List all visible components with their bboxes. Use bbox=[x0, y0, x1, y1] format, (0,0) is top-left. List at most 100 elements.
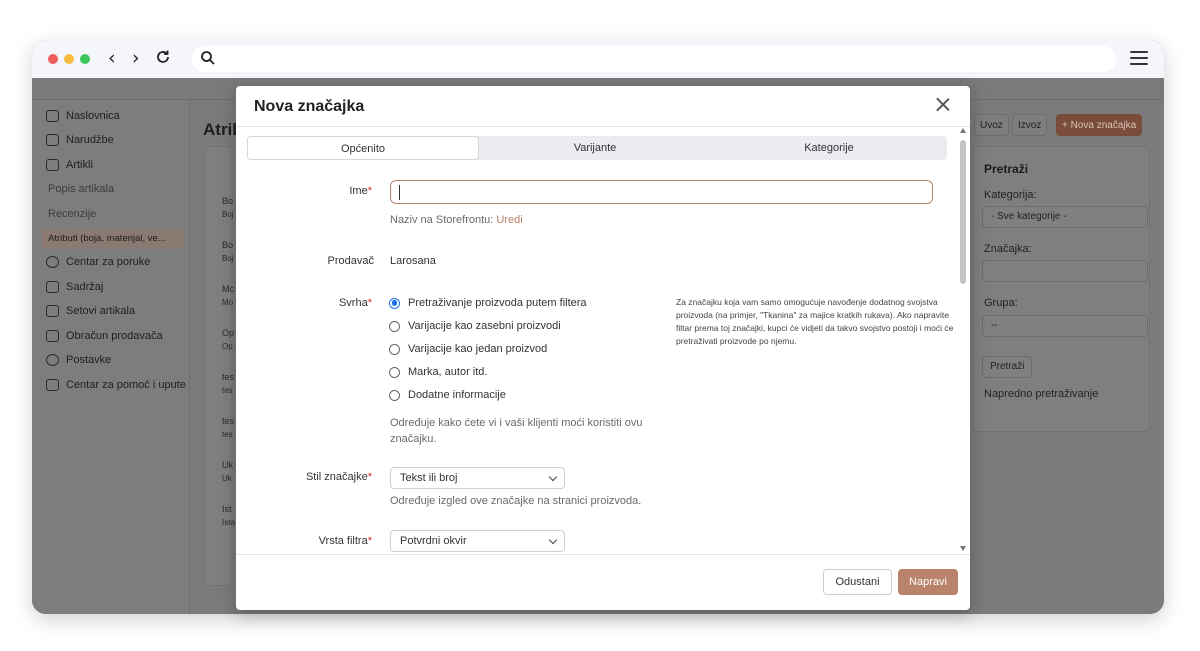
sidebar-item-content[interactable]: Sadržaj bbox=[46, 281, 103, 293]
forward-icon[interactable]: › bbox=[132, 48, 140, 68]
wallet-icon bbox=[46, 330, 59, 342]
edit-storefront-name-link[interactable]: Uredi bbox=[496, 214, 522, 226]
dialog-tabs: Općenito Varijante Kategorije bbox=[247, 136, 947, 160]
feature-style-help: Određuje izgled ove značajke na stranici… bbox=[390, 495, 642, 507]
address-bar[interactable] bbox=[192, 46, 1116, 72]
advanced-search-link[interactable]: Napredno pretraživanje bbox=[984, 388, 1098, 400]
scroll-down-arrow-icon[interactable] bbox=[960, 546, 966, 551]
sidebar-item-vendor-payouts[interactable]: Obračun prodavača bbox=[46, 330, 163, 342]
feature-style-value: Tekst ili broj bbox=[400, 472, 458, 484]
maximize-window-dot[interactable] bbox=[80, 54, 90, 64]
name-label-text: Ime bbox=[349, 185, 368, 197]
purpose-help: Određuje kako ćete vi i vaši klijenti mo… bbox=[390, 417, 643, 445]
minimize-window-dot[interactable] bbox=[64, 54, 74, 64]
sidebar-item-reviews[interactable]: Recenzije bbox=[48, 208, 96, 220]
table-row-sublabel: tes bbox=[222, 430, 233, 439]
tab-variants[interactable]: Varijante bbox=[479, 136, 711, 160]
feature-label: Značajka: bbox=[984, 243, 1032, 255]
cancel-button[interactable]: Odustani bbox=[823, 569, 892, 595]
close-icon[interactable] bbox=[932, 94, 954, 116]
sidebar-item-settings[interactable]: Postavke bbox=[46, 354, 111, 366]
create-button[interactable]: Napravi bbox=[898, 569, 958, 595]
chat-icon bbox=[46, 256, 59, 268]
name-label: Ime* bbox=[252, 185, 372, 197]
purpose-option-brand[interactable]: Marka, autor itd. bbox=[389, 366, 487, 378]
export-button[interactable]: Izvoz bbox=[1012, 114, 1048, 136]
chevron-down-icon bbox=[548, 535, 558, 545]
monitor-icon bbox=[46, 281, 59, 293]
sidebar-item-label: Sadržaj bbox=[66, 281, 104, 293]
sidebar-item-help-center[interactable]: Centar za pomoć i upute bbox=[46, 379, 186, 391]
radio-label: Varijacije kao zasebni proizvodi bbox=[408, 320, 561, 332]
sidebar-item-label: Obračun prodavača bbox=[66, 330, 163, 342]
table-row-sublabel: Boj bbox=[222, 254, 234, 263]
sidebar-item-message-center[interactable]: Centar za poruke bbox=[46, 256, 150, 268]
feature-style-select[interactable]: Tekst ili broj bbox=[390, 467, 565, 489]
radio[interactable] bbox=[389, 366, 400, 378]
sidebar-item-product-list[interactable]: Popis artikala bbox=[48, 183, 114, 195]
sidebar-item-label: Atributi (boja, materijal, ve... bbox=[48, 233, 166, 244]
purpose-option-separate-variants[interactable]: Varijacije kao zasebni proizvodi bbox=[389, 320, 561, 332]
new-feature-dialog: Nova značajka Općenito Varijante Kategor… bbox=[236, 86, 970, 610]
table-row-label: Uk bbox=[222, 460, 233, 470]
required-mark: * bbox=[367, 535, 372, 547]
sidebar-item-label: Setovi artikala bbox=[66, 305, 136, 317]
sidebar-item-label: Naslovnica bbox=[66, 110, 120, 122]
required-mark: * bbox=[367, 471, 372, 483]
tag-icon bbox=[46, 159, 59, 171]
divider bbox=[236, 126, 970, 127]
table-row-label: tes bbox=[222, 372, 235, 382]
purpose-option-filter-search[interactable]: Pretraživanje proizvoda putem filtera bbox=[389, 297, 587, 309]
sidebar-item-home[interactable]: Naslovnica bbox=[46, 110, 120, 122]
feature-style-label: Stil značajke* bbox=[252, 471, 372, 483]
table-row-sublabel: Boj bbox=[222, 210, 234, 219]
purpose-option-additional-info[interactable]: Dodatne informacije bbox=[389, 389, 506, 401]
search-button[interactable]: Pretraži bbox=[982, 356, 1033, 378]
radio-label: Pretraživanje proizvoda putem filtera bbox=[408, 297, 587, 309]
radio-label: Marka, autor itd. bbox=[408, 366, 488, 378]
tab-general[interactable]: Općenito bbox=[247, 136, 479, 160]
scrollbar-thumb[interactable] bbox=[960, 140, 966, 284]
category-label: Kategorija: bbox=[984, 189, 1037, 201]
text-caret bbox=[399, 185, 400, 200]
sidebar-item-orders[interactable]: Narudžbe bbox=[46, 134, 114, 146]
group-select[interactable]: -- bbox=[982, 315, 1148, 337]
storefront-name-help: Naziv na Storefrontu: Uredi bbox=[390, 212, 523, 228]
sidebar-item-attributes[interactable]: Atributi (boja, materijal, ve... bbox=[48, 233, 166, 244]
hamburger-menu-icon[interactable] bbox=[1130, 51, 1148, 65]
search-panel-heading: Pretraži bbox=[984, 162, 1029, 176]
radio[interactable] bbox=[389, 389, 400, 401]
dialog-scrollbar[interactable] bbox=[958, 128, 968, 556]
sidebar-item-product-sets[interactable]: Setovi artikala bbox=[46, 305, 135, 317]
table-row-sublabel: Op bbox=[222, 342, 233, 351]
megaphone-icon bbox=[46, 305, 59, 317]
sidebar-item-label: Postavke bbox=[66, 354, 112, 366]
radio-label: Varijacije kao jedan proizvod bbox=[408, 343, 548, 355]
purpose-label: Svrha* bbox=[252, 297, 372, 309]
back-icon[interactable]: ‹ bbox=[108, 48, 116, 68]
purpose-option-single-product-variants[interactable]: Varijacije kao jedan proizvod bbox=[389, 343, 547, 355]
name-input[interactable] bbox=[390, 180, 933, 204]
radio[interactable] bbox=[389, 343, 400, 355]
vendor-value: Larosana bbox=[390, 255, 436, 267]
table-row-label: Bo bbox=[222, 196, 234, 206]
category-select-value: - Sve kategorije - bbox=[991, 211, 1067, 222]
sidebar-item-label: Centar za pomoć i upute bbox=[66, 379, 186, 391]
group-label: Grupa: bbox=[984, 297, 1018, 309]
vendor-label: Prodavač bbox=[327, 255, 374, 267]
radio[interactable] bbox=[389, 320, 400, 332]
table-row-label: tes bbox=[222, 416, 235, 426]
reload-icon[interactable] bbox=[155, 49, 171, 65]
required-mark: * bbox=[367, 297, 372, 309]
purpose-description: Za značajku koja vam samo omogućuje navo… bbox=[676, 297, 954, 346]
tab-categories[interactable]: Kategorije bbox=[711, 136, 947, 160]
radio-selected[interactable] bbox=[389, 297, 400, 309]
scroll-up-arrow-icon[interactable] bbox=[960, 128, 966, 133]
import-button[interactable]: Uvoz bbox=[974, 114, 1009, 136]
new-feature-button[interactable]: + Nova značajka bbox=[1056, 114, 1143, 136]
filter-type-select[interactable]: Potvrdni okvir bbox=[390, 530, 565, 552]
feature-search-input[interactable] bbox=[982, 260, 1148, 282]
close-window-dot[interactable] bbox=[48, 54, 58, 64]
sidebar-item-products[interactable]: Artikli bbox=[46, 159, 93, 171]
category-select[interactable]: - Sve kategorije - bbox=[982, 206, 1148, 228]
